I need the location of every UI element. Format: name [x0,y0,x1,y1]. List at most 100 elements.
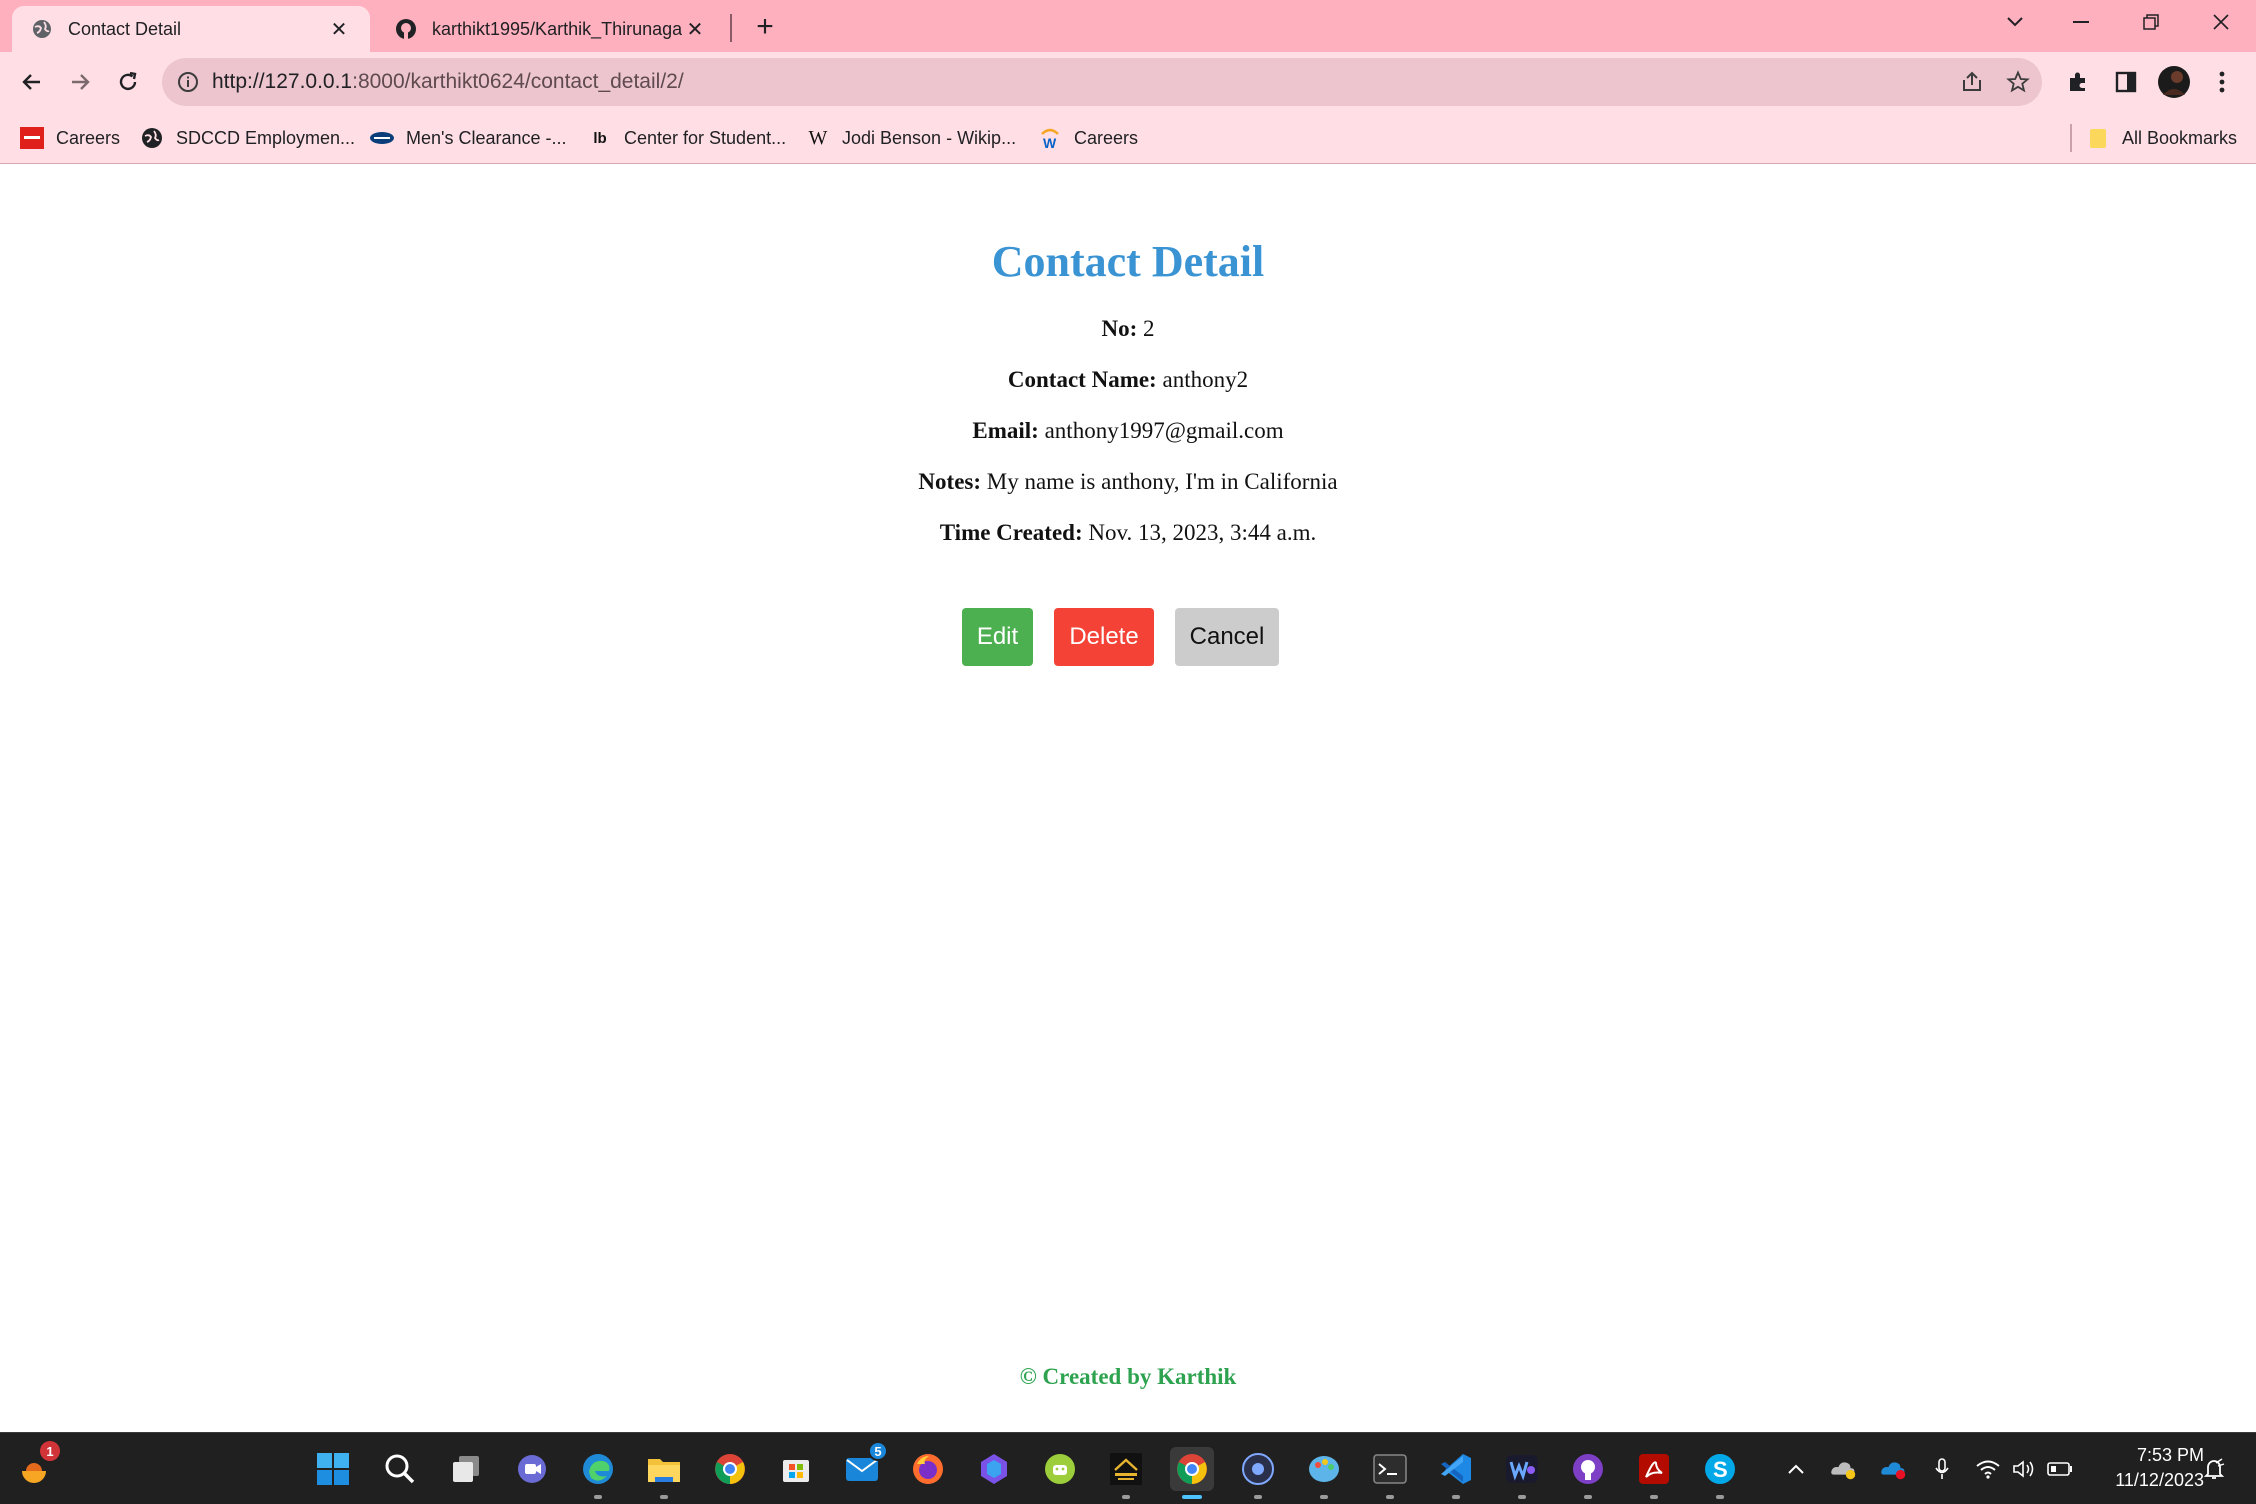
weather-badge: 1 [40,1441,60,1461]
field-label: Email: [972,418,1039,443]
copilot-icon[interactable] [972,1447,1016,1491]
reload-icon[interactable] [108,62,148,102]
folder-icon [2086,126,2110,150]
terminal-icon[interactable] [1368,1447,1412,1499]
edge-icon[interactable] [576,1447,620,1499]
all-bookmarks-button[interactable]: All Bookmarks [2086,122,2237,154]
firefox-icon[interactable] [906,1447,950,1491]
oracle-icon [20,126,44,150]
running-indicator [660,1495,668,1499]
url-text: http://127.0.0.1:8000/karthikt0624/conta… [212,70,684,93]
onedrive-error-icon[interactable] [1880,1455,1908,1483]
clock-date: 11/12/2023 [2115,1470,2204,1490]
bookmark-star-icon[interactable] [2004,68,2032,96]
restore-icon[interactable] [2118,0,2184,44]
globe-icon [30,17,54,41]
site-info-icon[interactable] [176,70,200,94]
extensions-icon[interactable] [2060,64,2096,100]
profile-avatar[interactable] [2156,64,2192,100]
contact-number-row: No: 2 [0,316,2256,342]
running-indicator [1122,1495,1130,1499]
weather-widget-icon[interactable]: 1 [12,1441,60,1491]
field-label: Notes: [918,469,982,494]
page-title: Contact Detail [991,237,1265,286]
side-panel-icon[interactable] [2108,64,2144,100]
microsoft-store-icon[interactable] [774,1447,818,1491]
chrome-active-icon[interactable] [1170,1447,1214,1499]
bookmark-item[interactable]: W Careers [1038,122,1138,154]
show-hidden-icons-chevron-icon[interactable] [1782,1455,1810,1483]
edit-button[interactable]: Edit [962,608,1033,666]
lb-icon: lb [593,129,607,147]
field-label: Time Created: [939,520,1083,545]
mail-badge: 5 [868,1441,888,1461]
running-indicator [1452,1495,1460,1499]
tab-separator [730,14,732,42]
menu-kebab-icon[interactable] [2204,64,2240,100]
share-icon[interactable] [1958,68,1986,96]
active-indicator [1182,1495,1202,1499]
bookmark-item[interactable]: Men's Clearance -... [370,122,567,154]
running-indicator [1650,1495,1658,1499]
tab-contact-detail[interactable]: Contact Detail ✕ [12,6,370,52]
webex-icon[interactable] [1500,1447,1544,1499]
task-view-icon[interactable] [444,1447,488,1491]
onedrive-warning-icon[interactable] [1830,1455,1858,1483]
back-icon[interactable] [12,62,52,102]
battery-icon[interactable] [2046,1455,2074,1483]
running-indicator [594,1495,602,1499]
android-subsystem-icon[interactable] [1038,1447,1082,1491]
field-value: anthony1997@gmail.com [1044,418,1284,443]
tab-title: Contact Detail [68,18,182,39]
field-value: 2 [1143,316,1155,341]
bookmark-item[interactable]: W Jodi Benson - Wikip... [806,122,1017,154]
bookmark-item[interactable]: lb Center for Student... [588,122,786,154]
contact-email-row: Email: anthony1997@gmail.com [0,418,2256,444]
workday-icon: W [1038,126,1062,150]
bookmark-item[interactable]: SDCCD Employmen... [140,122,355,154]
contact-notes-row: Notes: My name is anthony, I'm in Califo… [0,469,2256,495]
globe-icon [140,126,164,150]
forward-icon[interactable] [60,62,100,102]
chrome-icon[interactable] [708,1447,752,1491]
github-desktop-icon[interactable] [1566,1447,1610,1499]
clock-time: 7:53 PM [2136,1445,2204,1465]
address-bar[interactable]: http://127.0.0.1:8000/karthikt0624/conta… [162,58,2042,106]
close-tab-icon[interactable]: ✕ [326,16,352,42]
bookmark-item[interactable]: Careers [20,122,120,154]
notifications-bell-icon[interactable] [2200,1455,2228,1483]
wifi-icon[interactable] [1974,1455,2002,1483]
page-footer: © Created by Karthik [1019,1364,1237,1389]
volume-icon[interactable] [2010,1455,2038,1483]
running-indicator [1254,1495,1262,1499]
file-explorer-icon[interactable] [642,1447,686,1499]
tab-search-chevron-icon[interactable] [1982,0,2048,44]
obs-icon[interactable] [1236,1447,1280,1499]
canvas-student-icon[interactable] [1104,1447,1148,1499]
running-indicator [1320,1495,1328,1499]
close-window-icon[interactable] [2188,0,2254,44]
tab-github[interactable]: karthikt1995/Karthik_Thirunagar ✕ [376,6,726,52]
paint-icon[interactable] [1302,1447,1346,1499]
teams-chat-icon[interactable] [510,1447,554,1491]
delete-button[interactable]: Delete [1054,608,1154,666]
search-icon[interactable] [378,1447,422,1491]
browser-toolbar: http://127.0.0.1:8000/karthikt0624/conta… [0,52,2256,112]
start-windows-icon[interactable] [311,1447,355,1491]
page-content: Contact Detail No: 2 Contact Name: antho… [0,164,2256,1432]
microphone-icon[interactable] [1928,1455,1956,1483]
close-tab-icon[interactable]: ✕ [682,16,708,42]
tab-strip: Contact Detail ✕ karthikt1995/Karthik_Th… [0,0,2256,52]
running-indicator [1386,1495,1394,1499]
skype-icon[interactable]: S [1698,1447,1742,1499]
mail-icon[interactable]: 5 [840,1441,888,1491]
new-tab-icon[interactable]: + [748,10,782,44]
running-indicator [1584,1495,1592,1499]
running-indicator [1716,1495,1724,1499]
github-icon [394,17,418,41]
vscode-icon[interactable] [1434,1447,1478,1499]
minimize-icon[interactable] [2048,0,2114,44]
taskbar-clock[interactable]: 7:53 PM 11/12/2023 [2094,1443,2204,1493]
cancel-button[interactable]: Cancel [1175,608,1279,666]
acrobat-icon[interactable] [1632,1447,1676,1499]
